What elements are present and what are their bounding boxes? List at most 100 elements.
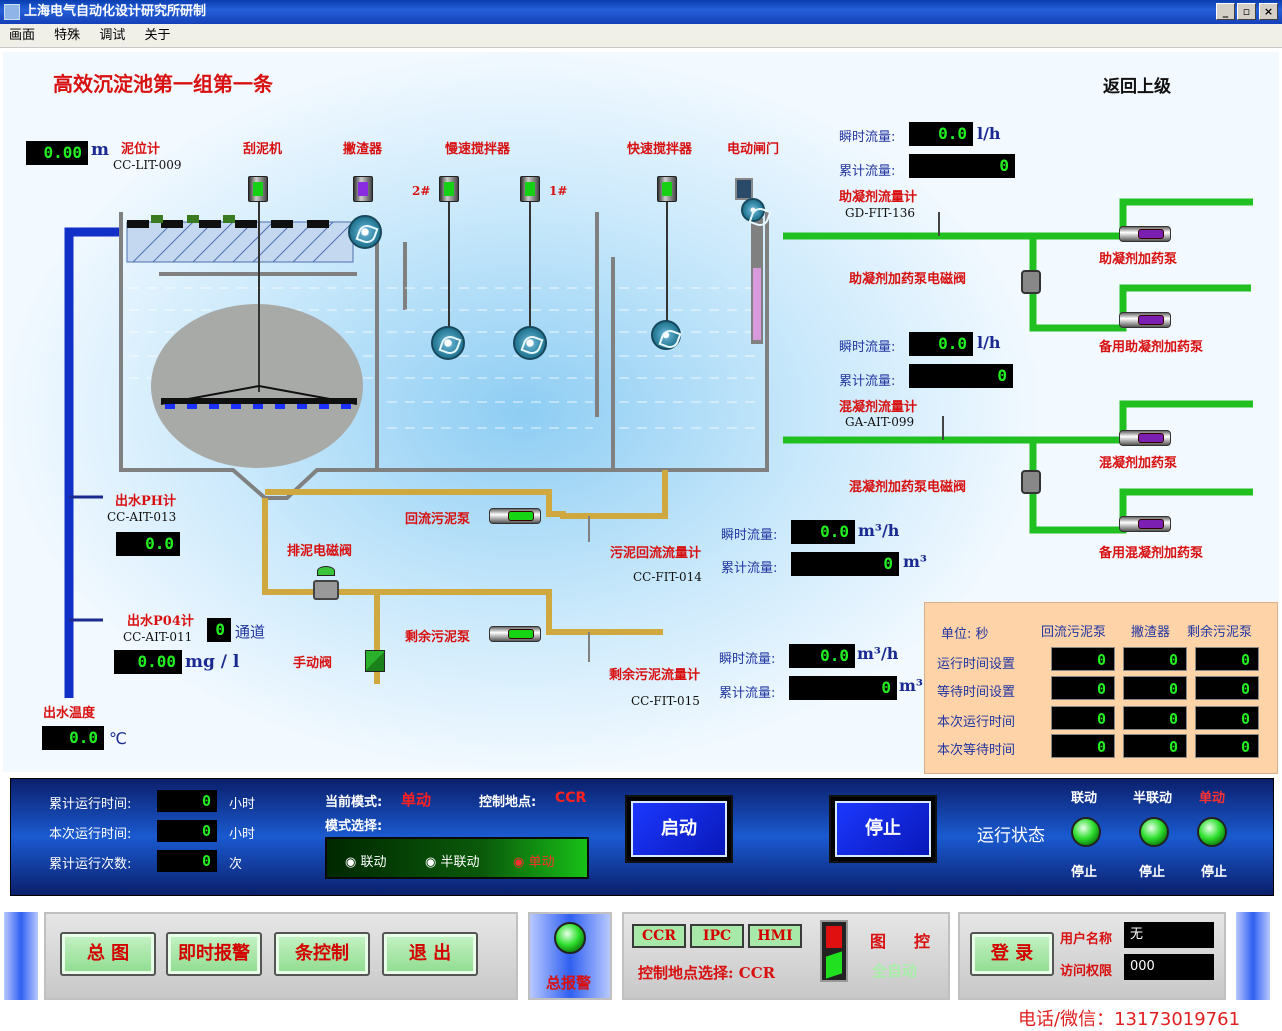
overview-button[interactable]: 总 图 [60,932,156,976]
aid-spare-pump-icon[interactable] [1119,312,1171,328]
back-button[interactable]: 返回上级 [1103,72,1171,97]
status-val-single: 停止 [1201,865,1228,880]
runtime-cell[interactable]: 0 [1123,676,1187,700]
aid-pump-icon[interactable] [1119,226,1171,242]
runtime-cell: 0 [1051,734,1115,758]
status-label: 运行状态 [977,826,1045,846]
slow-mixer-1-motor-icon[interactable] [520,176,540,202]
return-total-value: 0 [791,552,899,576]
strip-control-button[interactable]: 条控制 [274,932,370,976]
login-button[interactable]: 登 录 [970,932,1054,976]
runtime-row-label: 运行时间设置 [937,657,1016,672]
runtime-cell: 0 [1123,706,1187,730]
manual-valve-icon[interactable] [365,650,385,672]
runtime-cell[interactable]: 0 [1051,647,1115,671]
excess-total-label: 累计流量: [719,686,776,701]
site-label: 控制地点: [479,795,537,810]
mode-option-semi[interactable]: ◉ 半联动 [425,851,480,870]
coag-total-value: 0 [909,364,1013,388]
runtime-cell[interactable]: 0 [1123,647,1187,671]
coag-total-label: 累计流量: [839,374,896,389]
runtime-cell: 0 [1123,734,1187,758]
mixer-2-mark: 2# [412,184,431,198]
maximize-button[interactable]: ▫ [1237,3,1256,20]
auto-label: 全自动 [872,962,918,980]
left-edge-bar [4,912,38,1000]
runtime-cell[interactable]: 0 [1051,676,1115,700]
fast-mixer-motor-icon[interactable] [657,176,677,202]
runtime-cell[interactable]: 0 [1195,676,1259,700]
ph-label: 出水PH计 [115,494,177,509]
current-site: CCR [555,790,587,806]
menu-screen[interactable]: 画面 [9,28,35,43]
runtime-row-label: 等待时间设置 [937,685,1016,700]
drain-valve-icon[interactable] [313,566,339,602]
ccr-button[interactable]: CCR [632,924,686,948]
aid-inst-unit: l/h [977,124,1001,143]
stop-button[interactable]: 停止 [829,795,937,863]
aid-inst-label: 瞬时流量: [839,130,896,145]
status-light-semi [1139,817,1169,847]
exit-button[interactable]: 退 出 [382,932,478,976]
fast-mixer-impeller-icon [651,320,681,350]
alarm-button[interactable]: 即时报警 [166,932,262,976]
app-icon [4,4,20,20]
status-val-linked: 停止 [1071,865,1098,880]
user-value: 无 [1124,922,1214,948]
runtime-cell: 0 [1051,706,1115,730]
coag-spare-pump-label: 备用混凝剂加药泵 [1099,546,1204,561]
fast-mixer-label: 快速搅拌器 [627,142,693,157]
hmi-button[interactable]: HMI [748,924,802,948]
coag-valve-label: 混凝剂加药泵电磁阀 [849,480,967,495]
mode-select-group: ◉ 联动 ◉ 半联动 ◉ 单动 [325,837,589,879]
ipc-button[interactable]: IPC [690,924,744,948]
slow-mixer-2-motor-icon[interactable] [439,176,459,202]
menu-debug[interactable]: 调试 [99,28,125,43]
site-select-label: 控制地点选择: CCR [638,964,776,982]
total-alarm-light [554,922,586,954]
cum-run-label: 累计运行时间: [49,797,132,812]
coag-spare-pump-icon[interactable] [1119,516,1171,532]
minimize-button[interactable]: _ [1216,3,1235,20]
gate-actuator-icon[interactable] [735,178,753,200]
return-total-label: 累计流量: [721,561,778,576]
this-run-label: 本次运行时间: [49,827,132,842]
close-button[interactable]: × [1259,3,1278,20]
return-inst-label: 瞬时流量: [721,528,778,543]
scraper-motor-icon[interactable] [248,176,268,202]
menu-about[interactable]: 关于 [144,28,170,43]
coag-pump-label: 混凝剂加药泵 [1099,456,1178,471]
site-select-group: CCR IPC HMI 图 控 全自动 控制地点选择: CCR [622,912,950,1000]
runtime-cell[interactable]: 0 [1195,647,1259,671]
coag-pump-icon[interactable] [1119,430,1171,446]
po4-channel-label: 通道 [235,623,266,641]
start-button[interactable]: 启动 [625,795,733,863]
skimmer-motor-icon[interactable] [353,176,373,202]
navigation-panel: 总 图 即时报警 条控制 退 出 总报警 CCR IPC HMI 图 控 全自动… [0,902,1282,1004]
excess-inst-label: 瞬时流量: [719,652,776,667]
ph-tag: CC-AIT-013 [107,510,177,524]
mode-option-single[interactable]: ◉ 单动 [513,851,555,870]
return-total-unit: m³ [903,552,927,571]
excess-meter-tag: CC-FIT-015 [631,694,700,708]
menu-special[interactable]: 特殊 [54,28,80,43]
sludge-level-label: 泥位计 [121,142,161,157]
mixer-1-mark: 1# [549,184,568,198]
excess-pump-icon[interactable] [489,626,541,642]
aid-total-value: 0 [909,154,1015,178]
skimmer-fan-icon [348,215,382,249]
mode-toggle-switch[interactable] [820,920,848,982]
excess-total-value: 0 [789,676,897,700]
excess-pump-label: 剩余污泥泵 [405,630,471,645]
runtime-cell: 0 [1195,734,1259,758]
po4-label: 出水P04计 [127,614,194,629]
runtime-col-excess: 剩余污泥泵 [1187,625,1253,640]
perm-label: 访问权限 [1060,964,1113,979]
mode-option-linked[interactable]: ◉ 联动 [345,851,387,870]
aid-solenoid-valve-icon[interactable] [1021,270,1041,294]
status-col-linked: 联动 [1071,791,1098,806]
coag-solenoid-valve-icon[interactable] [1021,470,1041,494]
right-edge-bar [1236,912,1270,1000]
login-group: 登 录 用户名称 无 访问权限 000 [958,912,1226,1000]
return-pump-icon[interactable] [489,508,541,524]
